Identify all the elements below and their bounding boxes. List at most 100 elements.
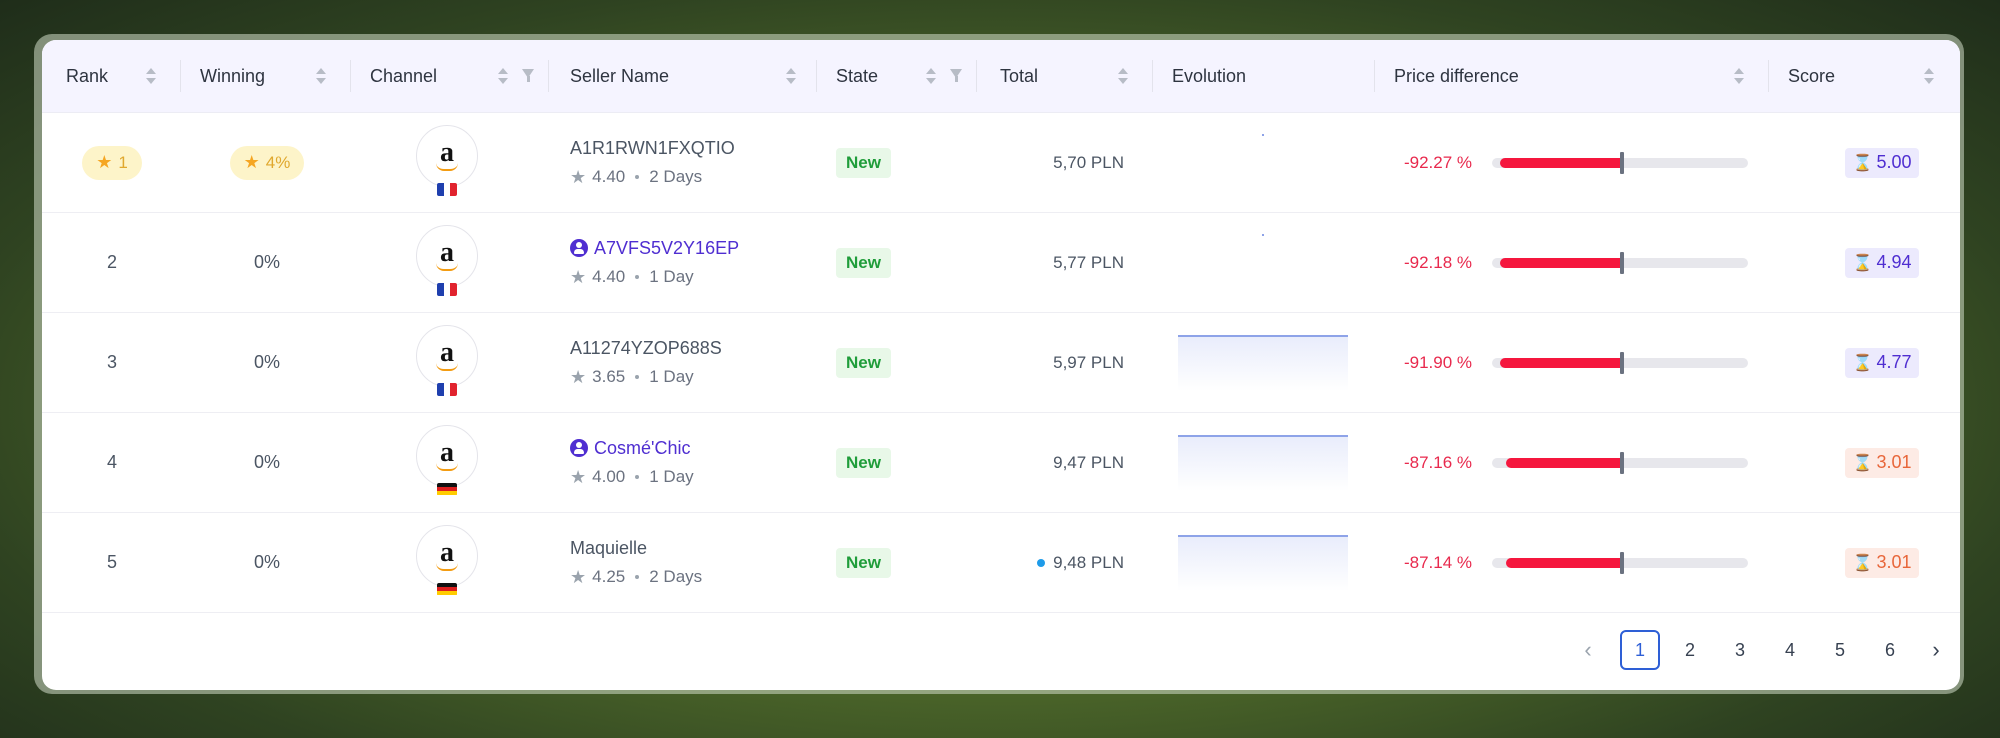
table-header: Rank Winning Channel Seller Name State T… <box>42 40 1960 113</box>
channel-cell: a <box>388 113 508 212</box>
star-icon: ★ <box>570 466 587 487</box>
pagination-page-6[interactable]: 6 <box>1870 630 1910 670</box>
seller-meta: ★ 4.40 1 Day <box>570 267 694 288</box>
header-channel: Channel <box>370 65 438 86</box>
header-winning: Winning <box>200 65 266 86</box>
seller-name[interactable]: A7VFS5V2Y16EP <box>570 238 739 259</box>
column-divider <box>350 60 351 92</box>
seller-cell: A7VFS5V2Y16EP ★ 4.40 1 Day <box>570 213 820 312</box>
seller-name-text: A11274YZOP688S <box>570 337 722 358</box>
score-cell: ⌛ 3.01 <box>1812 513 1952 612</box>
total-value: 9,48 PLN <box>1053 552 1124 572</box>
sort-icon[interactable] <box>786 68 796 84</box>
rank-cell: 3 <box>42 313 182 412</box>
star-icon: ★ <box>243 152 260 172</box>
amazon-letter-icon: a <box>440 136 454 168</box>
star-icon: ★ <box>570 166 587 187</box>
price-difference-value: -91.90 % <box>1403 352 1472 372</box>
evolution-sparkline <box>1178 435 1348 491</box>
state-badge: New <box>836 447 891 478</box>
pagination-prev-button[interactable]: ‹ <box>1568 630 1608 670</box>
sort-icon[interactable] <box>1118 68 1128 84</box>
rank-value: 2 <box>106 252 117 272</box>
table-row: 3 0% a A11274YZOP688S ★ 3.65 1 Day New 5,97 PLN -… <box>42 313 1960 413</box>
total-cell: 9,47 PLN <box>982 413 1124 512</box>
rank-cell: ★ 1 <box>42 113 182 212</box>
rank-value: 4 <box>106 452 117 472</box>
sort-icon[interactable] <box>316 68 326 84</box>
amazon-logo-icon: a <box>416 124 478 187</box>
column-divider <box>1152 60 1153 92</box>
amazon-logo-icon: a <box>416 324 478 387</box>
amazon-smile-icon <box>436 263 458 271</box>
header-evolution: Evolution <box>1172 65 1247 86</box>
reference-marker <box>1620 152 1624 174</box>
amazon-smile-icon <box>436 463 458 471</box>
sort-icon[interactable] <box>498 68 508 84</box>
germany-flag-icon <box>437 582 457 596</box>
column-divider <box>816 60 817 92</box>
total-value: 5,77 PLN <box>1053 252 1124 272</box>
channel-cell: a <box>388 513 508 612</box>
pagination-page-5[interactable]: 5 <box>1820 630 1860 670</box>
winning-cell: ★ 4% <box>182 113 352 212</box>
sort-icon[interactable] <box>926 68 936 84</box>
seller-rating: 4.00 <box>592 467 626 486</box>
sort-icon[interactable] <box>1734 68 1744 84</box>
price-difference-bar <box>1492 152 1748 174</box>
reference-marker <box>1620 552 1624 574</box>
state-badge: New <box>836 547 891 578</box>
user-icon <box>570 239 588 257</box>
seller-cell: Cosmé'Chic ★ 4.00 1 Day <box>570 413 820 512</box>
channel-cell: a <box>388 313 508 412</box>
pagination-next-button[interactable]: › <box>1916 630 1956 670</box>
evolution-cell <box>1178 113 1358 212</box>
germany-flag-icon <box>437 482 457 496</box>
evolution-sparkline <box>1178 335 1348 391</box>
winning-badge: ★ 4% <box>229 145 305 180</box>
pagination-page-2[interactable]: 2 <box>1670 630 1710 670</box>
pagination-page-1[interactable]: 1 <box>1620 630 1660 670</box>
winning-cell: 0% <box>182 313 352 412</box>
table-row: ★ 1 ★ 4% a A1R1RWN1FXQTIO ★ 4.40 2 Days New 5,70 P… <box>42 113 1960 213</box>
channel-cell: a <box>388 213 508 312</box>
price-difference-bar <box>1492 352 1748 374</box>
header-score: Score <box>1788 65 1836 86</box>
reference-marker <box>1620 252 1624 274</box>
winning-cell: 0% <box>182 213 352 312</box>
price-difference-fill <box>1506 558 1620 568</box>
price-difference-fill <box>1506 458 1620 468</box>
state-cell: New <box>836 513 976 612</box>
amazon-logo-icon: a <box>416 224 478 287</box>
status-dot-icon <box>1037 558 1046 567</box>
pagination-page-3[interactable]: 3 <box>1720 630 1760 670</box>
seller-cell: Maquielle ★ 4.25 2 Days <box>570 513 820 612</box>
evolution-cell <box>1178 413 1358 512</box>
seller-cell: A1R1RWN1FXQTIO ★ 4.40 2 Days <box>570 113 820 212</box>
column-divider <box>1374 60 1375 92</box>
seller-name: A11274YZOP688S <box>570 338 722 359</box>
hourglass-icon: ⌛ <box>1852 254 1873 272</box>
seller-name-text: Maquielle <box>570 537 648 558</box>
hourglass-icon: ⌛ <box>1852 154 1873 172</box>
price-difference-fill <box>1500 258 1620 268</box>
reference-marker <box>1620 352 1624 374</box>
amazon-logo-icon: a <box>416 424 478 487</box>
sort-icon[interactable] <box>146 68 156 84</box>
evolution-cell <box>1178 313 1358 412</box>
table-row: 4 0% a Cosmé'Chic ★ 4.00 1 Day New 9,47 PLN -87.1… <box>42 413 1960 513</box>
rank-cell: 4 <box>42 413 182 512</box>
sort-icon[interactable] <box>1924 68 1934 84</box>
filter-icon[interactable] <box>950 69 962 82</box>
sparkline-line <box>1178 435 1348 437</box>
sparkline-area <box>1178 435 1348 491</box>
seller-cell: A11274YZOP688S ★ 3.65 1 Day <box>570 313 820 412</box>
france-flag-icon <box>437 182 457 196</box>
sparkline-area <box>1178 535 1348 591</box>
price-difference-fill <box>1500 358 1620 368</box>
seller-name[interactable]: Cosmé'Chic <box>570 438 690 459</box>
pagination-page-4[interactable]: 4 <box>1770 630 1810 670</box>
filter-icon[interactable] <box>522 69 534 82</box>
star-icon: ★ <box>570 366 587 387</box>
price-difference-bar <box>1492 552 1748 574</box>
